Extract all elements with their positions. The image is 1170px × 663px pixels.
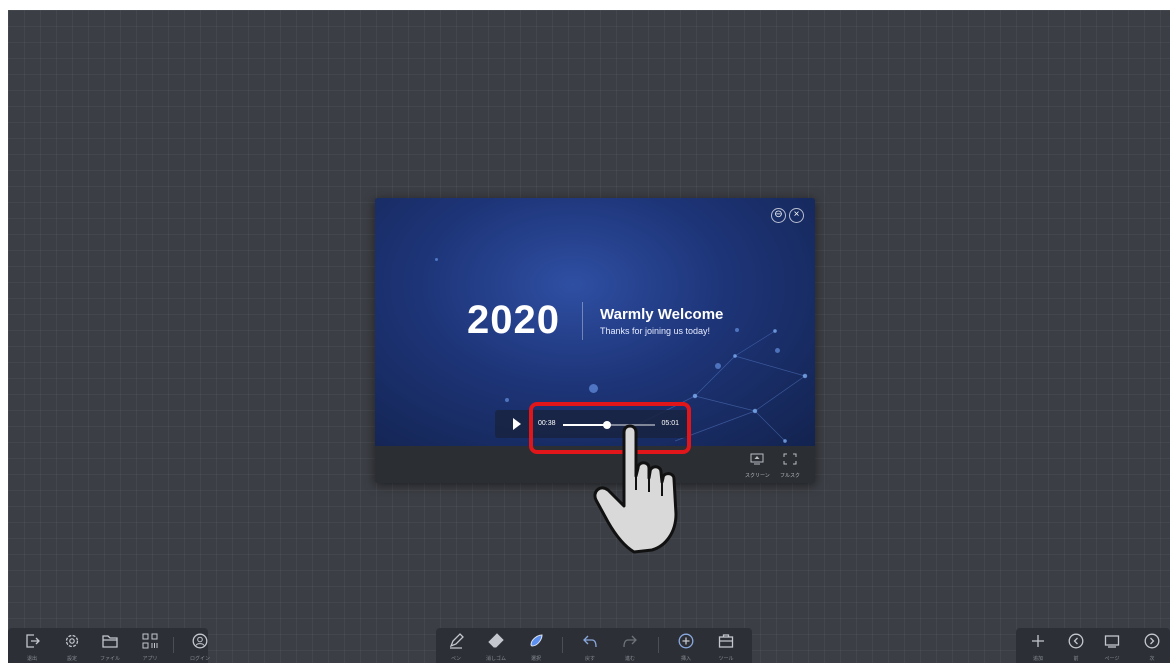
- slide-year: 2020: [467, 298, 560, 342]
- redo-icon: [623, 635, 637, 648]
- plus-circle-icon: [678, 633, 694, 649]
- left-toolbar: 退出 設定 ファイル アプリ ログイン: [8, 628, 210, 663]
- undo-label: 戻す: [584, 656, 595, 662]
- fullscreen-icon: [783, 453, 797, 465]
- select-label: 選択: [530, 656, 541, 662]
- file-button[interactable]: ファイル: [98, 633, 122, 662]
- plus-icon: [1032, 635, 1044, 647]
- screen-icon: [750, 453, 764, 465]
- add-page-button[interactable]: 追加: [1026, 633, 1050, 662]
- close-button[interactable]: ×: [789, 208, 804, 223]
- minimize-button[interactable]: ⊖: [771, 208, 786, 223]
- gear-icon: [65, 634, 79, 648]
- pages-label: ページ: [1104, 656, 1120, 662]
- select-button[interactable]: 選択: [524, 633, 548, 662]
- eraser-icon: [488, 633, 504, 648]
- pages-icon: [1104, 635, 1120, 648]
- fullscreen-label: フルスク: [780, 473, 801, 479]
- folder-icon: [102, 635, 118, 648]
- prev-label: 前: [1073, 656, 1079, 662]
- exit-button[interactable]: 退出: [20, 633, 44, 662]
- pen-button[interactable]: ペン: [444, 633, 468, 662]
- screenshot-label: スクリーン: [745, 473, 770, 479]
- tools-label: ツール: [718, 656, 734, 662]
- tools-button[interactable]: ツール: [714, 633, 738, 662]
- chevron-left-icon: [1068, 633, 1084, 649]
- add-label: 追加: [1032, 656, 1043, 662]
- exit-label: 退出: [26, 656, 37, 662]
- redo-label: 進む: [624, 656, 635, 662]
- apps-button[interactable]: アプリ: [138, 633, 162, 662]
- login-button[interactable]: ログイン: [188, 633, 212, 662]
- center-toolbar: ペン 消しゴム 選択 戻す 進む 挿入 ツール: [436, 628, 752, 663]
- file-label: ファイル: [99, 656, 120, 662]
- apps-icon: [142, 633, 158, 649]
- redo-button[interactable]: 進む: [618, 633, 642, 662]
- eraser-button[interactable]: 消しゴム: [484, 633, 508, 662]
- pen-label: ペン: [450, 656, 461, 662]
- pen-icon: [449, 633, 464, 649]
- user-icon: [192, 633, 208, 649]
- pointing-hand-icon: [593, 424, 678, 554]
- slide-divider: [582, 302, 583, 340]
- slide-title: Warmly Welcome: [600, 306, 724, 323]
- next-label: 次: [1149, 656, 1155, 662]
- chevron-right-icon: [1144, 633, 1160, 649]
- right-toolbar: 追加 前 ページ 次: [1016, 628, 1170, 663]
- select-brush-icon: [530, 634, 543, 647]
- next-page-button[interactable]: 次: [1140, 633, 1164, 662]
- undo-button[interactable]: 戻す: [578, 633, 602, 662]
- settings-button[interactable]: 設定: [60, 633, 84, 662]
- screenshot-button[interactable]: スクリーン: [745, 452, 770, 479]
- apps-label: アプリ: [142, 656, 158, 662]
- pages-button[interactable]: ページ: [1100, 633, 1124, 662]
- prev-page-button[interactable]: 前: [1064, 633, 1088, 662]
- exit-icon: [26, 634, 40, 648]
- toolbox-icon: [718, 634, 734, 648]
- eraser-label: 消しゴム: [485, 656, 506, 662]
- settings-label: 設定: [66, 656, 77, 662]
- undo-icon: [583, 635, 597, 648]
- insert-label: 挿入: [680, 656, 691, 662]
- fullscreen-button[interactable]: フルスク: [780, 452, 800, 479]
- login-label: ログイン: [189, 656, 210, 662]
- play-icon[interactable]: [513, 418, 521, 430]
- slide-subtitle: Thanks for joining us today!: [600, 326, 711, 336]
- insert-button[interactable]: 挿入: [674, 633, 698, 662]
